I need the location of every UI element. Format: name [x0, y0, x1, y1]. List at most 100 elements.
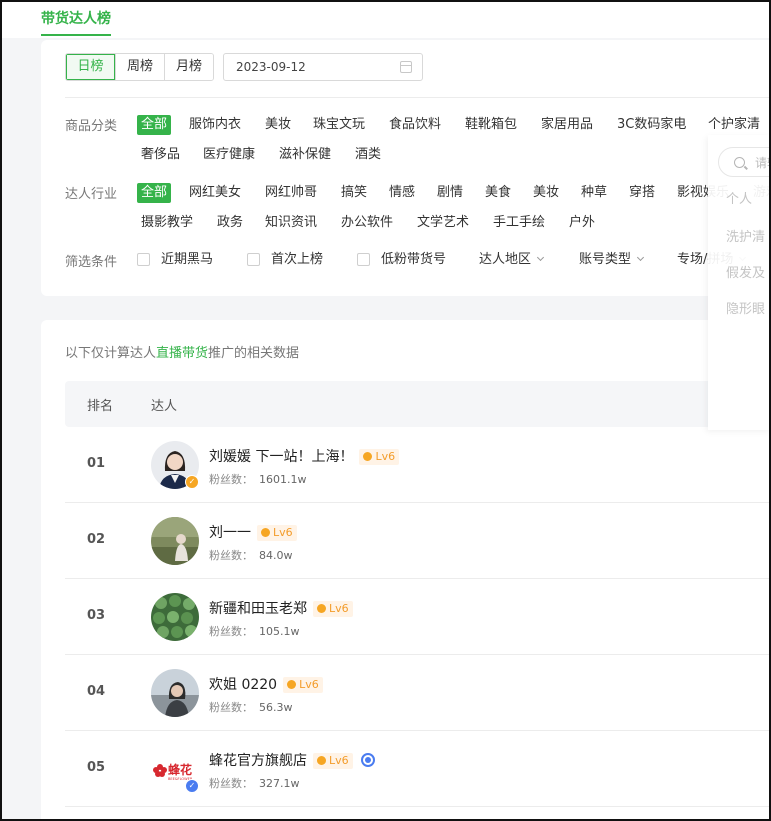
table-row[interactable]: 05 蜂花 BEE&FLOWER ✓ 蜂花官方旗舰店 Lv6 粉丝数： 327.1w — [65, 731, 771, 807]
fans-count: 粉丝数： 56.3w — [209, 701, 293, 714]
industry-chip[interactable]: 户外 — [569, 213, 595, 233]
level-badge: Lv6 — [257, 525, 297, 541]
category-chip[interactable]: 医疗健康 — [203, 145, 255, 165]
checkbox-label: 低粉带货号 — [381, 252, 447, 267]
search-suggestion[interactable]: 个人 — [726, 188, 752, 207]
category-chip[interactable]: 全部 — [137, 115, 172, 135]
industry-chip[interactable]: 全部 — [137, 183, 172, 203]
level-badge: Lv6 — [313, 753, 353, 769]
influencer-name[interactable]: 蜂花官方旗舰店 — [209, 753, 307, 769]
industry-chip[interactable]: 手工手绘 — [493, 213, 545, 233]
low-fans-checkbox[interactable]: 低粉带货号 — [357, 250, 446, 270]
influencer-name[interactable]: 刘一一 — [209, 525, 251, 541]
avatar[interactable] — [151, 593, 199, 641]
search-suggestion[interactable]: 假发及 — [726, 262, 765, 281]
industry-chip[interactable]: 网红帅哥 — [265, 183, 317, 203]
level-badge: Lv6 — [359, 449, 400, 465]
rank-number: 04 — [87, 684, 106, 699]
date-value: 2023-09-12 — [236, 60, 306, 74]
checkbox-label: 近期黑马 — [161, 252, 214, 267]
data-scope-note: 以下仅计算达人直播带货推广的相关数据 — [65, 346, 300, 361]
tab-sales-influencer-ranking[interactable]: 带货达人榜 — [41, 8, 111, 28]
search-input[interactable]: 请输 — [718, 147, 771, 177]
avatar[interactable] — [151, 669, 199, 717]
chevron-down-icon — [636, 253, 645, 262]
fans-count: 粉丝数： 84.0w — [209, 549, 293, 562]
region-dropdown[interactable]: 达人地区 — [479, 250, 545, 270]
category-chip[interactable]: 滋补保健 — [279, 145, 331, 165]
table-row[interactable]: 03 新疆和田玉老郑 Lv6 粉丝数： 105.1w — [65, 579, 771, 655]
col-rank-header: 排名 — [87, 399, 114, 414]
search-suggestion[interactable]: 洗护清 — [726, 226, 765, 245]
checkbox-box — [137, 253, 150, 266]
dropdown-label: 账号类型 — [579, 252, 632, 267]
rank-number: 05 — [87, 760, 106, 775]
table-row[interactable]: 04 欢姐 0220 Lv6 粉丝数： 56.3w — [65, 655, 771, 731]
checkbox-label: 首次上榜 — [271, 252, 324, 267]
category-chip[interactable]: 服饰内衣 — [189, 115, 241, 135]
calendar-icon — [400, 61, 412, 73]
official-store-icon — [360, 753, 375, 767]
level-icon — [317, 756, 326, 765]
influencer-name[interactable]: 欢姐 0220 — [209, 677, 277, 693]
industry-label: 达人行业 — [65, 187, 118, 202]
category-chip[interactable]: 美妆 — [265, 115, 291, 135]
category-chip[interactable]: 鞋靴箱包 — [465, 115, 517, 135]
category-chip[interactable]: 3C数码家电 — [617, 115, 686, 135]
checkbox-box — [247, 253, 260, 266]
industry-chip[interactable]: 办公软件 — [341, 213, 393, 233]
level-icon — [363, 452, 373, 461]
live-sales-highlight: 直播带货 — [156, 346, 209, 361]
industry-chip[interactable]: 穿搭 — [629, 183, 655, 203]
industry-chip[interactable]: 剧情 — [437, 183, 463, 203]
period-day-button[interactable]: 日榜 — [66, 54, 115, 80]
first-listed-checkbox[interactable]: 首次上榜 — [247, 250, 323, 270]
active-tab-indicator — [41, 34, 111, 36]
category-chip[interactable]: 奢侈品 — [141, 145, 180, 165]
period-week-button[interactable]: 周榜 — [115, 54, 164, 80]
table-row[interactable]: 02 刘一一 Lv6 粉丝数： 84.0w — [65, 503, 771, 579]
category-chip[interactable]: 酒类 — [355, 145, 381, 165]
search-dropdown-panel: 请输 个人 洗护清 假发及 隐形眼 — [708, 135, 771, 430]
industry-chip[interactable]: 种草 — [581, 183, 607, 203]
search-placeholder: 请输 — [755, 156, 771, 170]
dropdown-label: 达人地区 — [479, 252, 532, 267]
category-chip[interactable]: 个护家清 — [708, 115, 760, 135]
col-influencer-header: 达人 — [151, 399, 178, 414]
date-picker[interactable]: 2023-09-12 — [223, 53, 423, 81]
category-chip[interactable]: 食品饮料 — [389, 115, 441, 135]
rank-number: 01 — [87, 456, 106, 471]
rank-number: 03 — [87, 608, 106, 623]
influencer-name[interactable]: 刘媛媛 下一站！上海！ — [209, 449, 353, 465]
search-suggestion[interactable]: 隐形眼 — [726, 298, 765, 317]
table-header: 排名 达人 — [65, 381, 771, 427]
industry-chip[interactable]: 美食 — [485, 183, 511, 203]
svg-text:蜂花: 蜂花 — [168, 762, 192, 777]
table-row[interactable]: 01 ✓ 刘媛媛 下一站！上海！ Lv6 粉丝数： 1601.1w — [65, 427, 771, 503]
category-chip[interactable]: 家居用品 — [541, 115, 593, 135]
checkbox-box — [357, 253, 370, 266]
avatar[interactable] — [151, 517, 199, 565]
level-icon — [287, 680, 297, 689]
industry-chip[interactable]: 文学艺术 — [417, 213, 469, 233]
account-type-dropdown[interactable]: 账号类型 — [579, 250, 645, 270]
divider — [65, 97, 771, 98]
industry-chip[interactable]: 搞笑 — [341, 183, 367, 203]
filter-panel: 日榜 周榜 月榜 2023-09-12 商品分类 全部 服饰内衣 美妆 珠宝文玩… — [41, 40, 771, 296]
category-chip[interactable]: 珠宝文玩 — [313, 115, 365, 135]
search-icon — [734, 157, 745, 168]
period-switch: 日榜 周榜 月榜 — [65, 53, 214, 81]
industry-chip[interactable]: 知识资讯 — [265, 213, 317, 233]
dark-horse-checkbox[interactable]: 近期黑马 — [137, 250, 213, 270]
period-month-button[interactable]: 月榜 — [164, 54, 213, 80]
top-tab-bar: 带货达人榜 — [0, 0, 771, 38]
industry-chip[interactable]: 政务 — [217, 213, 243, 233]
verified-gold-icon: ✓ — [185, 475, 199, 489]
chevron-down-icon — [536, 253, 545, 262]
influencer-name[interactable]: 新疆和田玉老郑 — [209, 601, 307, 617]
industry-chip[interactable]: 美妆 — [533, 183, 559, 203]
industry-chip[interactable]: 网红美女 — [189, 183, 241, 203]
industry-chip[interactable]: 摄影教学 — [141, 213, 193, 233]
category-label: 商品分类 — [65, 119, 118, 134]
industry-chip[interactable]: 情感 — [389, 183, 415, 203]
